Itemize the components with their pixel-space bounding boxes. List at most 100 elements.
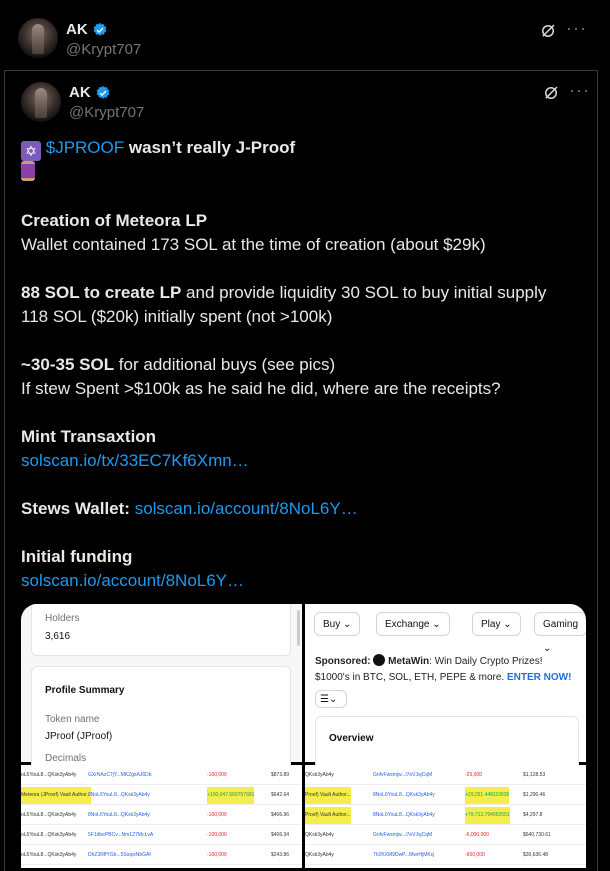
author-handle[interactable]: @Krypt707 [69,104,144,121]
decimals-label: Decimals [45,753,87,764]
tab-gaming[interactable]: Gaming ⌄ [534,612,586,654]
funding-title: Initial funding [21,547,133,566]
cell-amount: -100,000 [207,812,227,818]
table-row[interactable]: oL6YouL8...QKsk3yAb4y GXrNAzC7jY...MKZgsA… [21,767,302,785]
cell-from: QKsk3yAb4y [305,772,334,778]
spool-of-thread-emoji [21,161,35,181]
more-icon[interactable]: ··· [566,18,587,39]
section1-title: Creation of Meteora LP [21,211,208,230]
cell-to[interactable]: 7h2KXM9DwP...MwrHjMKcj [373,847,434,864]
chevron-down-icon: ⌄ [503,619,512,630]
metawin-logo-icon [373,654,386,666]
author-name-row: AK [69,84,111,101]
sponsored-banner: Sponsored: MetaWin: Win Daily Crypto Pri… [315,654,580,686]
token-name-value: JProof (JProof) [45,731,113,742]
cell-to[interactable]: DhZ3RffYGb...5SsqwNbGAf [88,847,151,864]
section1-text: Wallet contained 173 SOL at the time of … [21,235,486,254]
table-row[interactable]: Meteora (JProof) Vault Author... 8NoL6You… [21,787,302,805]
profile-summary-title: Profile Summary [45,685,125,696]
scrollbar[interactable] [297,610,300,646]
cell-to[interactable]: GnfvFwsmjw...i7eVJsjCqM [373,827,432,844]
media-image-transfers-2[interactable]: QKsk3yAb4y GnfvFwsmjw...i7eVJsjCqM -25,000… [305,765,586,868]
avatar[interactable] [21,82,61,122]
cell-amount: +29,251.448110936 [465,787,510,804]
table-row[interactable]: oL6YouL8...QKsk3yAb4y 5F1dbePBCv...Nm1Z7M… [21,827,302,845]
tab-buy[interactable]: Buy ⌄ [314,612,361,636]
cell-from: oL6YouL8...QKsk3yAb4y [21,832,77,838]
mint-link[interactable]: solscan.io/tx/33EC7Kf6Xmn… [21,451,249,470]
cell-from: oL6YouL8...QKsk3yAb4y [21,812,77,818]
cell-value: $4,297.8 [523,812,543,818]
table-row[interactable]: oL6YouL8...QKsk3yAb4y 8NoL6YouL8...QKsk3y… [21,807,302,825]
cell-amount: -100,000 [207,832,227,838]
enter-now-link[interactable]: ENTER NOW! [507,672,571,683]
cell-amount: -650,000 [465,852,485,858]
grok-icon[interactable] [539,22,557,40]
cell-amount: -6,000,000 [465,832,489,838]
cell-to[interactable]: 8NoL6YouL8...QKsk3yAb4y [88,807,150,824]
cell-value: $406.96 [271,812,290,818]
mint-title: Mint Transaxtion [21,427,157,446]
table-row[interactable]: QKsk3yAb4y GnfvFwsmjw...i7eVJsjCqM -6,000,… [305,827,586,845]
holders-label: Holders [45,613,80,624]
media-image-sponsored[interactable]: Buy ⌄ Exchange ⌄ Play ⌄ Gaming ⌄ Sponsor… [305,604,586,778]
section3-text: for additional buys (see pics) [114,355,336,374]
tweet-body: ✡ $JPROOF wasn’t really J-Proof Creation… [21,136,591,593]
wallet-link[interactable]: solscan.io/account/8NoL6Y… [135,499,358,518]
cell-from: Proof) Vault Author... [305,807,351,824]
funding-link[interactable]: solscan.io/account/8NoL6Y… [21,571,244,590]
cell-value: $640,730.61 [523,832,551,838]
media-image-transfers-1[interactable]: oL6YouL8...QKsk3yAb4y GXrNAzC7jY...MKZgsA… [21,765,302,868]
cell-amount: +100,047.560757681 [207,787,255,804]
cell-value: $243.86 [271,852,290,858]
avatar[interactable] [18,18,58,58]
cell-from: QKsk3yAb4y [305,832,334,838]
author-display-name[interactable]: AK [69,84,91,101]
media-image-token-summary[interactable]: Holders 3,616 Profile Summary Token name… [21,604,302,778]
cell-from: Meteora (JProof) Vault Author... [21,787,91,804]
list-icon[interactable]: ☰⌄ [315,690,347,708]
cell-from: QKsk3yAb4y [305,852,334,858]
holders-card: Holders 3,616 [31,604,291,656]
cell-to[interactable]: 5F1dbePBCv...Nm1Z7McLvA [88,827,153,844]
section3-bold: ~30-35 SOL [21,355,115,374]
tab-label: Buy [323,619,341,630]
section2-bold: 88 SOL to create LP [21,283,182,302]
more-icon[interactable]: ··· [569,80,590,101]
tab-exchange[interactable]: Exchange ⌄ [376,612,450,636]
outer-tweet-header: AK @Krypt707 ··· [0,0,610,70]
table-row[interactable]: QKsk3yAb4y GnfvFwsmjw...i7eVJsjCqM -25,000… [305,767,586,785]
cell-to[interactable]: GXrNAzC7jY...MKZgsAJ6Db [88,767,152,784]
cashtag-link[interactable]: $JPROOF [46,138,124,157]
grok-icon[interactable] [542,84,560,102]
section2-text: and provide liquidity 30 SOL to buy init… [181,283,547,302]
cell-value: $1,128.53 [523,772,546,778]
cell-value: $873.89 [271,772,290,778]
verified-badge-icon [96,85,110,99]
tab-label: Exchange [385,619,430,630]
section2-line2: 118 SOL ($20k) initially spent (not >100… [21,307,333,326]
cell-value: $1,290.46 [523,792,546,798]
table-row[interactable]: Proof) Vault Author... 8NoL6YouL8...QKsk3… [305,807,586,825]
section3-line2: If stew Spent >$100k as he said he did, … [21,379,501,398]
chevron-down-icon: ⌄ [432,619,441,630]
overview-title: Overview [329,733,374,744]
author-display-name[interactable]: AK [66,21,88,38]
table-row[interactable]: oL6YouL8...QKsk3yAb4y DhZ3RffYGb...5SsqwN… [21,847,302,865]
table-row[interactable]: Proof) Vault Author... 8NoL6YouL8...QKsk3… [305,787,586,805]
cell-to[interactable]: GnfvFwsmjw...i7eVJsjCqM [373,767,432,784]
cell-to[interactable]: 8NoL6YouL8...QKsk3yAb4y [373,807,435,824]
cell-to[interactable]: 8NoL6YouL8...QKsk3yAb4y [88,787,150,804]
cell-to[interactable]: 8NoL6YouL8...QKsk3yAb4y [373,787,435,804]
cell-amount: -100,000 [207,852,227,858]
media-grid: Holders 3,616 Profile Summary Token name… [21,604,586,868]
sponsor-name[interactable]: MetaWin [388,656,429,667]
chevron-down-icon: ⌄ [343,619,352,630]
tab-play[interactable]: Play ⌄ [472,612,521,636]
sponsor-text: : Win Daily Crypto Prizes! [429,656,543,667]
table-row[interactable]: QKsk3yAb4y 7h2KXM9DwP...MwrHjMKcj -650,000… [305,847,586,865]
cell-amount: +79,713.794062551 [465,807,510,824]
tab-label: Gaming [543,619,579,630]
tweet-line1: wasn’t really J-Proof [124,138,296,157]
author-handle[interactable]: @Krypt707 [66,41,141,58]
